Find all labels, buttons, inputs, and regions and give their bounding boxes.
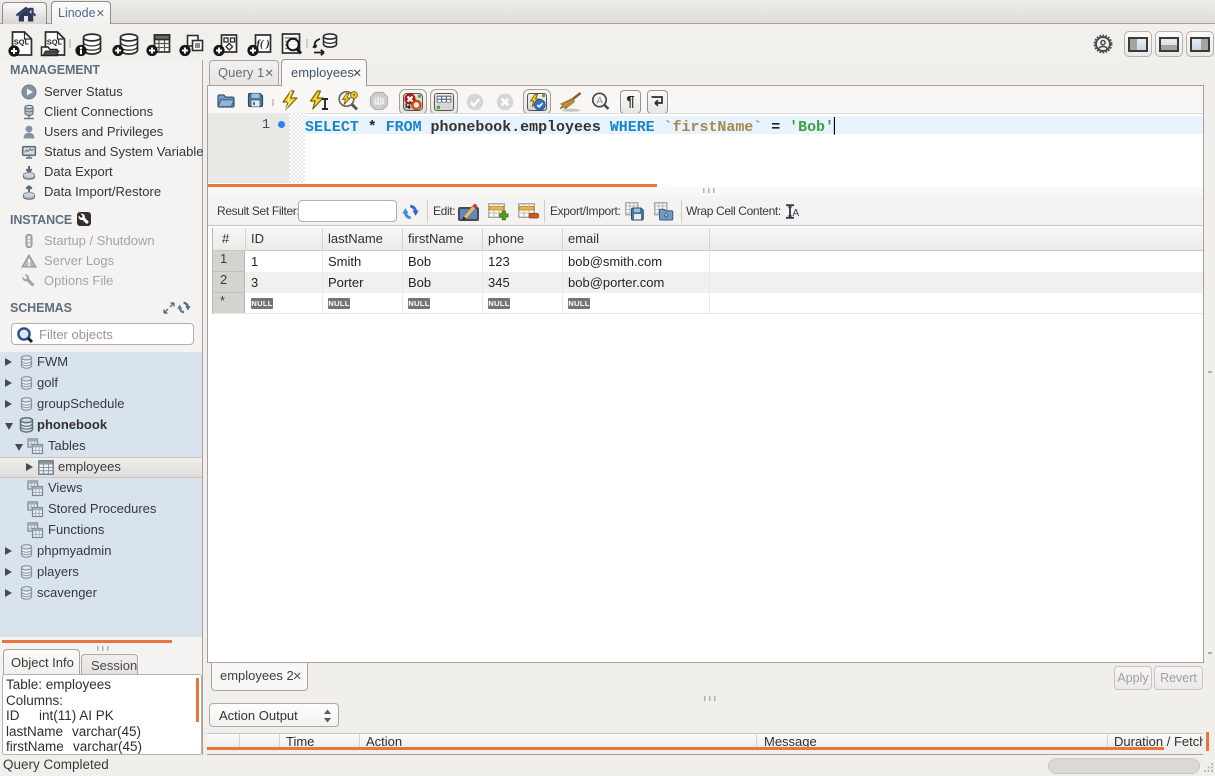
svg-text:A: A [793, 208, 800, 219]
svg-text:SQL: SQL [14, 38, 30, 47]
svg-text:f( ): f( ) [257, 39, 270, 50]
svg-text:SQL: SQL [47, 38, 63, 47]
svg-text:A: A [597, 96, 604, 107]
